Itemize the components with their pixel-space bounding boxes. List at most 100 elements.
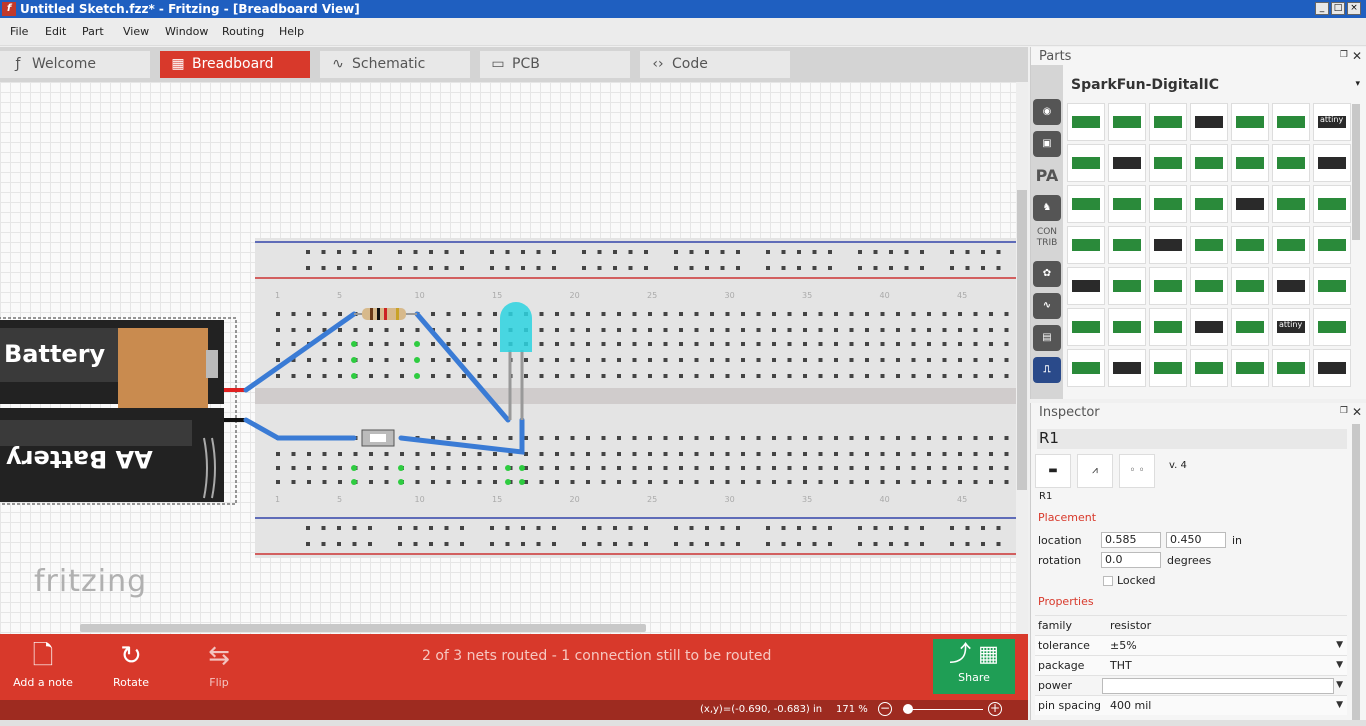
parts-scrollbar[interactable] — [1352, 104, 1360, 240]
part-thumbnail[interactable] — [1108, 267, 1146, 305]
menu-view[interactable]: View — [123, 25, 149, 38]
part-thumbnail[interactable] — [1149, 144, 1187, 182]
menu-part[interactable]: Part — [82, 25, 104, 38]
part-thumbnail[interactable] — [1190, 226, 1228, 264]
bin-icon-sparkfun-digitalic[interactable]: ⎍ — [1033, 357, 1061, 383]
tab-pcb[interactable]: ▭ PCB — [480, 51, 630, 78]
part-thumbnail[interactable] — [1272, 349, 1310, 387]
tab-schematic[interactable]: ∿ Schematic — [320, 51, 470, 78]
location-unit[interactable]: in — [1232, 534, 1242, 547]
part-thumbnail[interactable] — [1149, 308, 1187, 346]
part-thumbnail[interactable] — [1149, 267, 1187, 305]
canvas-vertical-scroll-thumb[interactable] — [1017, 190, 1027, 490]
menu-edit[interactable]: Edit — [45, 25, 66, 38]
part-thumbnail[interactable] — [1272, 103, 1310, 141]
part-thumbnail[interactable] — [1149, 349, 1187, 387]
part-thumbnail[interactable] — [1231, 144, 1269, 182]
part-thumbnail[interactable] — [1313, 185, 1351, 223]
breadboard-canvas[interactable]: 1 1 5 5 10 10 15 15 20 20 25 25 30 30 35 35 40 40 45 45 — [0, 82, 1016, 634]
bin-icon[interactable]: ◉ — [1033, 99, 1061, 125]
part-thumbnail[interactable] — [1108, 308, 1146, 346]
part-thumbnail[interactable] — [1272, 185, 1310, 223]
part-thumbnail[interactable] — [1231, 226, 1269, 264]
prop-row-pin-spacing[interactable]: pin spacing 400 mil ▼ — [1035, 695, 1347, 715]
location-x-input[interactable]: 0.585 — [1101, 532, 1161, 548]
zoom-out-button[interactable]: − — [878, 702, 892, 716]
part-thumbnail[interactable] — [1190, 185, 1228, 223]
part-thumbnail[interactable] — [1231, 103, 1269, 141]
prop-row-tolerance[interactable]: tolerance ±5% ▼ — [1035, 635, 1347, 655]
part-thumbnail[interactable] — [1190, 349, 1228, 387]
rotate-button[interactable]: ↻ Rotate — [91, 640, 171, 689]
locked-checkbox[interactable] — [1103, 576, 1113, 586]
tab-welcome[interactable]: ƒ Welcome — [0, 51, 150, 78]
part-thumbnail[interactable] — [1231, 185, 1269, 223]
part-thumbnail[interactable] — [1149, 103, 1187, 141]
share-button[interactable]: ⤴ ▦ Share — [933, 639, 1015, 694]
bin-icon-contrib[interactable]: CON TRIB — [1033, 227, 1061, 253]
bin-menu-icon[interactable]: ▾ — [1355, 79, 1360, 89]
chevron-down-icon[interactable]: ▼ — [1336, 640, 1343, 650]
zoom-slider-track[interactable] — [903, 709, 983, 710]
part-thumbnail[interactable] — [1313, 267, 1351, 305]
menu-file[interactable]: File — [10, 25, 28, 38]
add-note-button[interactable]: 🗋 Add a note — [3, 640, 83, 689]
part-thumbnail[interactable] — [1272, 267, 1310, 305]
location-y-input[interactable]: 0.450 — [1166, 532, 1226, 548]
part-title[interactable]: R1 — [1037, 429, 1347, 449]
zoom-in-button[interactable]: + — [988, 702, 1002, 716]
part-thumbnail[interactable] — [1067, 144, 1105, 182]
part-thumbnail[interactable] — [1108, 144, 1146, 182]
part-thumbnail[interactable] — [1108, 226, 1146, 264]
menu-help[interactable]: Help — [279, 25, 304, 38]
part-thumbnail[interactable] — [1067, 185, 1105, 223]
part-thumbnail[interactable] — [1313, 308, 1351, 346]
prop-row-power[interactable]: power ▼ — [1035, 675, 1347, 695]
chevron-down-icon[interactable]: ▼ — [1336, 680, 1343, 690]
part-thumbnail[interactable] — [1231, 308, 1269, 346]
part-thumbnail[interactable] — [1190, 308, 1228, 346]
tab-code[interactable]: ‹› Code — [640, 51, 790, 78]
canvas-horizontal-scroll-thumb[interactable] — [80, 624, 646, 632]
part-thumbnail[interactable] — [1108, 185, 1146, 223]
part-thumbnail[interactable] — [1190, 103, 1228, 141]
tab-breadboard[interactable]: ▦ Breadboard — [160, 51, 310, 78]
part-thumbnail[interactable] — [1067, 349, 1105, 387]
power-input[interactable] — [1102, 678, 1334, 694]
part-thumbnail[interactable] — [1313, 349, 1351, 387]
bin-icon[interactable]: ▤ — [1033, 325, 1061, 351]
part-thumbnail[interactable] — [1108, 103, 1146, 141]
part-thumbnail[interactable] — [1231, 349, 1269, 387]
inspector-scrollbar[interactable] — [1352, 424, 1360, 720]
float-panel-icon[interactable]: ❐ — [1340, 406, 1348, 416]
bin-icon[interactable]: ∿ — [1033, 293, 1061, 319]
part-thumbnail[interactable] — [1108, 349, 1146, 387]
part-thumbnail[interactable] — [1313, 226, 1351, 264]
part-thumbnail[interactable] — [1190, 267, 1228, 305]
part-thumbnail[interactable] — [1149, 185, 1187, 223]
prop-row-package[interactable]: package THT ▼ — [1035, 655, 1347, 675]
bin-icon[interactable]: ✿ — [1033, 261, 1061, 287]
routing-status[interactable]: 2 of 3 nets routed - 1 connection still … — [422, 648, 771, 664]
flip-button[interactable]: ⇆ Flip — [179, 640, 259, 689]
chevron-down-icon[interactable]: ▼ — [1336, 700, 1343, 710]
part-thumbnail[interactable] — [1067, 308, 1105, 346]
bin-icon[interactable]: ▣ — [1033, 131, 1061, 157]
part-thumbnail[interactable] — [1231, 267, 1269, 305]
menu-window[interactable]: Window — [165, 25, 208, 38]
bin-icon[interactable]: ♞ — [1033, 195, 1061, 221]
rotation-input[interactable]: 0.0 — [1101, 552, 1161, 568]
part-thumbnail[interactable] — [1272, 144, 1310, 182]
part-thumbnail[interactable]: attiny — [1313, 103, 1351, 141]
part-thumbnail[interactable] — [1313, 144, 1351, 182]
chevron-down-icon[interactable]: ▼ — [1336, 660, 1343, 670]
part-thumbnail[interactable] — [1149, 226, 1187, 264]
zoom-slider-knob[interactable] — [903, 704, 913, 714]
maximize-button[interactable]: □ — [1331, 2, 1345, 15]
part-thumbnail[interactable] — [1067, 226, 1105, 264]
part-thumbnail[interactable]: attiny — [1272, 308, 1310, 346]
bin-icon[interactable]: PA — [1033, 163, 1061, 189]
close-window-button[interactable]: × — [1347, 2, 1361, 15]
float-panel-icon[interactable]: ❐ — [1340, 50, 1348, 60]
menu-routing[interactable]: Routing — [222, 25, 264, 38]
